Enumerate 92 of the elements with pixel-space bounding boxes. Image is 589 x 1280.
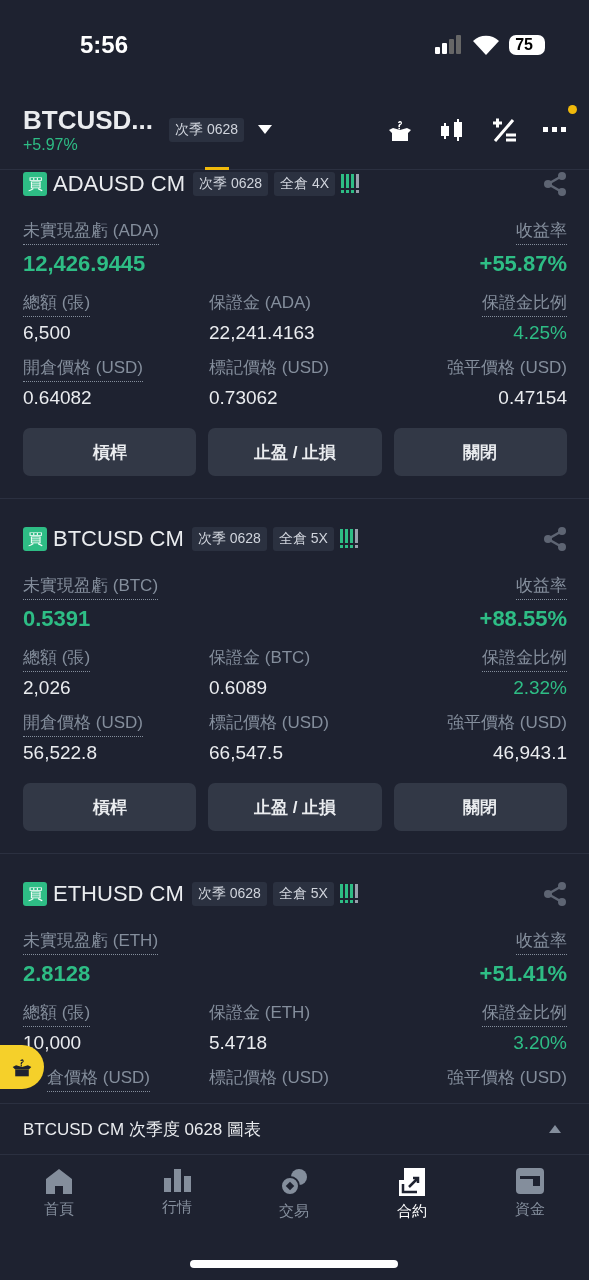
- margin-mode-tag: 全倉 5X: [272, 527, 334, 551]
- stat-label: 保證金 (ADA): [209, 292, 311, 314]
- roe-label: 收益率: [516, 574, 567, 600]
- stat-value: 0.6089: [209, 677, 268, 699]
- roe-value: +51.41%: [479, 961, 567, 987]
- bar-chart-icon: [162, 1168, 191, 1192]
- stat-value: 2,026: [23, 677, 71, 699]
- roe-label: 收益率: [516, 219, 567, 245]
- contract-tag: 次季 0628: [193, 172, 269, 196]
- side-badge: 買: [23, 172, 47, 196]
- pnl-value: 12,426.9445: [23, 251, 146, 277]
- pnl-value: 0.5391: [23, 606, 91, 632]
- margin-mode-tag: 全倉 4X: [274, 172, 336, 196]
- stat-label: 強平價格 (USD): [447, 712, 567, 734]
- adl-indicator-icon: [339, 884, 360, 904]
- share-icon[interactable]: [543, 882, 567, 906]
- pnl-value: 2.8128: [23, 961, 91, 987]
- side-badge: 買: [23, 882, 47, 906]
- contract-icon: [399, 1168, 426, 1196]
- stat-value: 66,547.5: [209, 742, 283, 764]
- stat-value: 0.64082: [23, 387, 92, 409]
- stat-value: 46,943.1: [493, 742, 567, 764]
- stat-label: 倉價格 (USD): [47, 1066, 150, 1092]
- stat-label: 保證金 (BTC): [209, 647, 311, 669]
- stat-value: 4.25%: [513, 322, 567, 344]
- action-button[interactable]: 關閉: [393, 428, 567, 476]
- stat-label: 總額 (張): [23, 291, 91, 317]
- wallet-icon: [516, 1168, 545, 1194]
- share-icon[interactable]: [543, 172, 567, 196]
- pnl-label: 未實現盈虧 (BTC): [23, 574, 159, 600]
- position-symbol: ETHUSD CM: [53, 881, 184, 907]
- candlestick-icon[interactable]: [439, 116, 465, 143]
- stat-value: 56,522.8: [23, 742, 97, 764]
- contract-tag: 次季 0628: [191, 882, 267, 906]
- roe-value: +88.55%: [479, 606, 567, 632]
- stat-label: 強平價格 (USD): [447, 357, 567, 379]
- stat-label: 保證金比例: [482, 646, 567, 672]
- pnl-label: 未實現盈虧 (ADA): [23, 219, 159, 245]
- side-badge: 買: [23, 527, 47, 551]
- position-symbol: BTCUSD CM: [53, 526, 184, 552]
- stat-label: 標記價格 (USD): [209, 357, 329, 379]
- contract-tag: 次季 0628: [191, 527, 267, 551]
- contract-tag[interactable]: 次季 0628: [169, 117, 245, 142]
- more-icon[interactable]: [543, 126, 567, 133]
- coins-icon: [280, 1168, 309, 1196]
- action-button[interactable]: 槓桿: [23, 783, 197, 831]
- battery-indicator: 75: [509, 35, 545, 55]
- roe-label: 收益率: [516, 929, 567, 955]
- action-button[interactable]: 關閉: [393, 783, 567, 831]
- pnl-label: 未實現盈虧 (ETH): [23, 929, 159, 955]
- nav-tab[interactable]: 行情: [117, 1167, 236, 1280]
- stat-label: 標記價格 (USD): [209, 1067, 329, 1089]
- action-button[interactable]: 止盈 / 止損: [208, 783, 382, 831]
- stat-value: 3.20%: [513, 1032, 567, 1054]
- stat-label: 保證金比例: [482, 1001, 567, 1027]
- stat-label: 開倉價格 (USD): [23, 711, 143, 737]
- share-icon[interactable]: [543, 527, 567, 551]
- symbol-title[interactable]: BTCUSD...: [23, 105, 169, 136]
- adl-indicator-icon: [341, 174, 362, 194]
- status-time: 5:56: [80, 31, 129, 59]
- position-symbol: ADAUSD CM: [53, 171, 185, 197]
- signal-icon: [435, 35, 464, 55]
- chart-bar-title: BTCUSD CM 次季度 0628 圖表: [23, 1118, 262, 1141]
- tab-indicator: [205, 167, 229, 170]
- stat-value: 2.32%: [513, 677, 567, 699]
- dropdown-caret-icon[interactable]: [258, 124, 273, 135]
- stat-value: 0.47154: [498, 387, 567, 409]
- stat-label: 標記價格 (USD): [209, 712, 329, 734]
- nav-tab[interactable]: 資金: [471, 1167, 589, 1280]
- home-icon: [44, 1168, 73, 1194]
- stat-value: 6,500: [23, 322, 71, 344]
- gift-box-icon[interactable]: [11, 1056, 33, 1078]
- stat-label: 總額 (張): [23, 646, 91, 672]
- expand-caret-icon[interactable]: [549, 1125, 561, 1133]
- adl-indicator-icon: [339, 529, 360, 549]
- stat-label: 開倉價格 (USD): [23, 356, 143, 382]
- stat-label: 總額 (張): [23, 1001, 91, 1027]
- roe-value: +55.87%: [479, 251, 567, 277]
- chart-bar[interactable]: BTCUSD CM 次季度 0628 圖表: [0, 1103, 589, 1155]
- stat-value: 22,241.4163: [209, 322, 315, 344]
- margin-mode-tag: 全倉 5X: [272, 882, 334, 906]
- stat-label: 保證金比例: [482, 291, 567, 317]
- action-button[interactable]: 槓桿: [23, 428, 197, 476]
- stat-label: 保證金 (ETH): [209, 1002, 311, 1024]
- plus-minus-icon[interactable]: [491, 116, 517, 143]
- nav-tab[interactable]: 首頁: [0, 1167, 118, 1280]
- action-button[interactable]: 止盈 / 止損: [208, 428, 382, 476]
- price-change: +5.97%: [23, 136, 79, 154]
- stat-value: 5.4718: [209, 1032, 268, 1054]
- stat-value: 0.73062: [209, 387, 278, 409]
- wifi-icon: [473, 35, 500, 55]
- stat-label: 強平價格 (USD): [447, 1067, 567, 1089]
